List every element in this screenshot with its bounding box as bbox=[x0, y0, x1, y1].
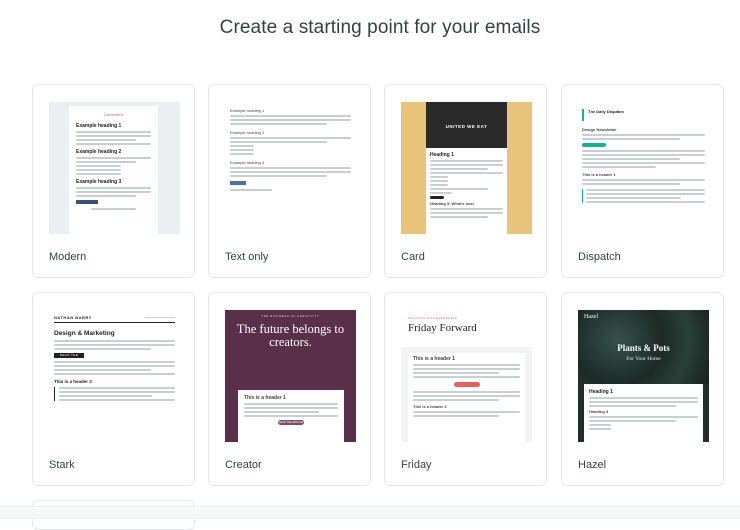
preview-heading: Heading 3: What's next bbox=[430, 201, 474, 206]
preview-subtitle: For Your Home bbox=[626, 356, 661, 362]
template-preview-creator: THE BUSINESS OF CREATIVITY The future be… bbox=[225, 310, 356, 442]
preview-logo: ConvertKit bbox=[104, 112, 123, 117]
template-label: Modern bbox=[49, 251, 87, 263]
preview-heading: Heading 3 bbox=[589, 409, 609, 414]
template-preview-hazel: Hazel Plants & Pots For Your Home Headin… bbox=[578, 310, 709, 442]
template-label: Hazel bbox=[578, 459, 607, 471]
preview-title: Hazel bbox=[584, 314, 598, 320]
template-preview-card: UNITED WE EAT Heading 1 Heading 3: What'… bbox=[401, 102, 532, 234]
template-label: Friday bbox=[401, 459, 432, 471]
preview-heading: Example heading 3 bbox=[230, 160, 265, 165]
template-card-creator[interactable]: THE BUSINESS OF CREATIVITY The future be… bbox=[208, 292, 371, 486]
template-card-dispatch[interactable]: The Daily Dispatch Design Newsletter Thi… bbox=[561, 84, 724, 278]
template-label: Text only bbox=[225, 251, 269, 263]
preview-heading: Example heading 2 bbox=[76, 149, 122, 155]
template-card-modern[interactable]: ConvertKit Example heading 1 Example hea… bbox=[32, 84, 195, 278]
preview-kicker: LESSONS ON LEADERSHIP bbox=[408, 316, 458, 320]
preview-author-name: NATHAN BARRY bbox=[54, 315, 92, 320]
preview-button: READ THE ARTICLE bbox=[278, 420, 304, 425]
template-card-card[interactable]: UNITED WE EAT Heading 1 Heading 3: What'… bbox=[384, 84, 547, 278]
preview-heading: This is a header 1 bbox=[582, 172, 616, 177]
preview-heading: Example heading 1 bbox=[230, 108, 265, 113]
preview-title: The Daily Dispatch bbox=[582, 109, 705, 121]
preview-heading: Design & Marketing bbox=[54, 330, 115, 337]
preview-hero-title: UNITED WE EAT bbox=[426, 102, 507, 148]
template-label: Creator bbox=[225, 459, 262, 471]
bottom-fade bbox=[0, 506, 740, 519]
template-card-hazel[interactable]: Hazel Plants & Pots For Your Home Headin… bbox=[561, 292, 724, 486]
template-label: Dispatch bbox=[578, 251, 621, 263]
preview-heading: This is a header 1 bbox=[244, 395, 286, 401]
template-preview-dispatch: The Daily Dispatch Design Newsletter Thi… bbox=[578, 102, 709, 234]
template-preview-text-only: Example heading 1 Example heading 2 Exam… bbox=[225, 102, 356, 234]
preview-kicker: THE BUSINESS OF CREATIVITY bbox=[261, 314, 320, 318]
preview-heading: Example heading 3 bbox=[76, 179, 122, 185]
preview-heading: This is a header 1 bbox=[413, 356, 455, 362]
page-title: Create a starting point for your emails bbox=[219, 17, 541, 38]
template-preview-stark: NATHAN BARRY Design & Marketing READ THE… bbox=[49, 310, 180, 442]
template-card-stark[interactable]: NATHAN BARRY Design & Marketing READ THE… bbox=[32, 292, 195, 486]
template-preview-modern: ConvertKit Example heading 1 Example hea… bbox=[49, 102, 180, 234]
preview-heading: This is a header 3 bbox=[413, 404, 447, 409]
preview-heading: Heading 1 bbox=[589, 389, 613, 395]
preview-heading: Example heading 1 bbox=[76, 123, 122, 129]
preview-title: Friday Forward bbox=[408, 322, 477, 334]
preview-button: READ THE ARTICLE bbox=[54, 353, 84, 362]
preview-heading: Design Newsletter bbox=[582, 127, 617, 132]
template-card-friday[interactable]: LESSONS ON LEADERSHIP Friday Forward Thi… bbox=[384, 292, 547, 486]
preview-headline: Plants & Pots bbox=[617, 343, 670, 353]
preview-heading: Heading 1 bbox=[430, 152, 454, 158]
preview-heading: Example heading 2 bbox=[230, 130, 265, 135]
template-card-text-only[interactable]: Example heading 1 Example heading 2 Exam… bbox=[208, 84, 371, 278]
preview-heading: This is a header 3 bbox=[54, 379, 92, 384]
template-preview-friday: LESSONS ON LEADERSHIP Friday Forward Thi… bbox=[401, 310, 532, 442]
template-label: Card bbox=[401, 251, 425, 263]
preview-headline: The future belongs to creators. bbox=[236, 322, 345, 349]
template-label: Stark bbox=[49, 459, 75, 471]
